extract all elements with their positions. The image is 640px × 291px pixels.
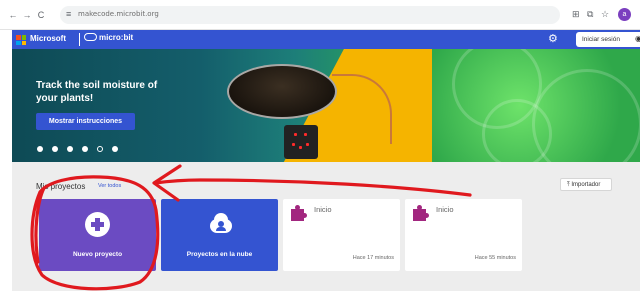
microbit-logo[interactable]: micro:bit bbox=[84, 33, 133, 42]
screenshot-root: ← → C ≡ makecode.microbit.org ⊞ ⧉ ☆ a Mi… bbox=[0, 0, 640, 291]
microsoft-label[interactable]: Microsoft bbox=[30, 34, 66, 43]
browser-toolbar: ← → C ≡ makecode.microbit.org ⊞ ⧉ ☆ a bbox=[0, 0, 640, 30]
forward-icon[interactable]: → bbox=[22, 10, 32, 20]
project-card[interactable]: Inicio Hace 17 minutos bbox=[283, 199, 400, 271]
carousel-dot[interactable] bbox=[82, 146, 88, 152]
microsoft-logo-icon bbox=[16, 35, 26, 45]
user-circle-icon: ◉ bbox=[635, 34, 640, 43]
header-divider bbox=[79, 33, 80, 46]
carousel-dot[interactable] bbox=[37, 146, 43, 152]
bookmark-star-icon[interactable]: ☆ bbox=[601, 9, 609, 20]
signin-button[interactable]: Iniciar sesión ◉ bbox=[576, 32, 640, 47]
gear-icon[interactable]: ⚙ bbox=[548, 32, 558, 45]
puzzle-piece-icon bbox=[413, 205, 429, 221]
hero-title: Track the soil moisture of your plants! bbox=[36, 80, 158, 104]
install-app-icon[interactable]: ⧉ bbox=[587, 9, 593, 20]
new-project-card[interactable]: Nuevo proyecto bbox=[39, 199, 156, 271]
hero-banner: Track the soil moisture of your plants! … bbox=[12, 49, 640, 162]
app-header: Microsoft micro:bit ⚙ Iniciar sesión ◉ bbox=[12, 30, 640, 49]
project-name: Inicio bbox=[314, 205, 332, 214]
site-settings-icon[interactable]: ≡ bbox=[66, 9, 71, 19]
puzzle-piece-icon bbox=[291, 205, 307, 221]
new-project-label: Nuevo proyecto bbox=[72, 251, 123, 258]
plant-pot-image bbox=[227, 64, 337, 119]
microbit-logo-icon bbox=[84, 33, 97, 41]
my-projects-title: Mis proyectos bbox=[36, 182, 86, 191]
carousel-dot[interactable] bbox=[97, 146, 103, 152]
project-name: Inicio bbox=[436, 205, 454, 214]
carousel-dots bbox=[37, 139, 127, 152]
project-card[interactable]: Inicio Hace 55 minutos bbox=[405, 199, 522, 271]
translate-icon[interactable]: ⊞ bbox=[572, 9, 580, 20]
cloud-projects-label: Proyectos en la nube bbox=[186, 251, 253, 258]
banner-ring bbox=[482, 99, 552, 162]
my-projects-section: Mis proyectos Ver todos ⤒ Importador Nue… bbox=[12, 162, 640, 291]
carousel-dot[interactable] bbox=[52, 146, 58, 152]
address-bar[interactable]: ≡ makecode.microbit.org bbox=[60, 6, 560, 24]
see-all-link[interactable]: Ver todos bbox=[98, 183, 121, 189]
address-url: makecode.microbit.org bbox=[78, 10, 159, 18]
reload-icon[interactable]: C bbox=[36, 10, 46, 20]
microbit-board-image bbox=[284, 125, 318, 159]
cloud-user-icon bbox=[205, 213, 235, 235]
carousel-dot[interactable] bbox=[67, 146, 73, 152]
import-button[interactable]: ⤒ Importador bbox=[560, 178, 612, 191]
profile-avatar[interactable]: a bbox=[618, 8, 631, 21]
signin-label: Iniciar sesión bbox=[582, 36, 620, 43]
carousel-dot[interactable] bbox=[112, 146, 118, 152]
show-instructions-button[interactable]: Mostrar instrucciones bbox=[36, 113, 135, 130]
microbit-label: micro:bit bbox=[99, 33, 134, 42]
upload-icon: ⤒ bbox=[567, 182, 570, 188]
project-modified-time: Hace 17 minutos bbox=[352, 255, 394, 261]
plus-icon bbox=[85, 212, 110, 237]
import-label: Importador bbox=[571, 182, 601, 188]
back-icon[interactable]: ← bbox=[8, 10, 18, 20]
project-modified-time: Hace 55 minutos bbox=[474, 255, 516, 261]
cloud-projects-card[interactable]: Proyectos en la nube bbox=[161, 199, 278, 271]
